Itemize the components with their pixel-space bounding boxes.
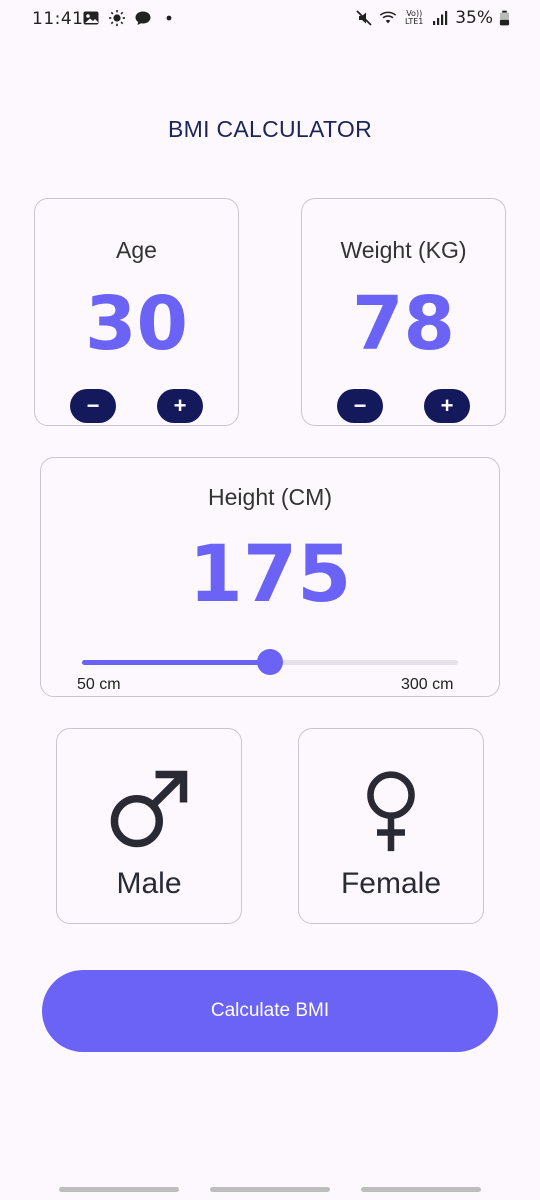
weight-value: 78 xyxy=(352,281,455,367)
calculate-bmi-button[interactable]: Calculate BMI xyxy=(42,970,498,1052)
battery-percent: 35% xyxy=(455,8,493,28)
height-label: Height (CM) xyxy=(208,484,332,510)
male-card[interactable]: Male xyxy=(56,728,242,924)
female-card[interactable]: Female xyxy=(298,728,484,924)
volte-icon: Vo)) LTE1 xyxy=(405,9,424,26)
female-symbol-icon xyxy=(367,771,415,852)
weight-increment-button[interactable]: + xyxy=(424,389,470,423)
age-label: Age xyxy=(116,237,157,263)
page-title: BMI CALCULATOR xyxy=(167,116,372,142)
height-slider-fill xyxy=(82,660,270,665)
image-icon xyxy=(83,11,99,25)
height-slider[interactable] xyxy=(82,649,458,675)
age-card: Age 30 − + xyxy=(34,198,239,426)
nav-bar-left[interactable] xyxy=(59,1187,179,1192)
age-value: 30 xyxy=(85,281,188,367)
height-slider-thumb[interactable] xyxy=(257,649,283,675)
nav-bar-home[interactable] xyxy=(210,1187,330,1192)
signal-icon xyxy=(433,11,448,25)
weight-label: Weight (KG) xyxy=(340,237,467,263)
weight-decrement-button[interactable]: − xyxy=(337,389,383,423)
chat-icon xyxy=(135,11,151,25)
age-decrement-button[interactable]: − xyxy=(70,389,116,423)
status-right-icons: Vo)) LTE1 35% xyxy=(355,8,510,28)
height-min-label: 50 cm xyxy=(77,676,121,693)
male-label: Male xyxy=(116,867,182,900)
status-left-icons xyxy=(82,9,178,27)
brightness-icon xyxy=(109,10,125,26)
status-bar: 11:41 Vo)) LTE1 35% xyxy=(0,0,540,40)
height-max-label: 300 cm xyxy=(401,676,454,693)
age-increment-button[interactable]: + xyxy=(157,389,203,423)
weight-card: Weight (KG) 78 − + xyxy=(301,198,506,426)
nav-bar-right[interactable] xyxy=(361,1187,481,1192)
wifi-icon xyxy=(380,11,397,24)
dot-icon xyxy=(166,15,172,21)
battery-icon xyxy=(499,10,510,26)
status-time: 11:41 xyxy=(32,9,84,29)
female-label: Female xyxy=(340,867,442,900)
height-value: 175 xyxy=(188,530,352,620)
male-symbol-icon xyxy=(110,770,188,848)
mute-icon xyxy=(356,10,372,26)
